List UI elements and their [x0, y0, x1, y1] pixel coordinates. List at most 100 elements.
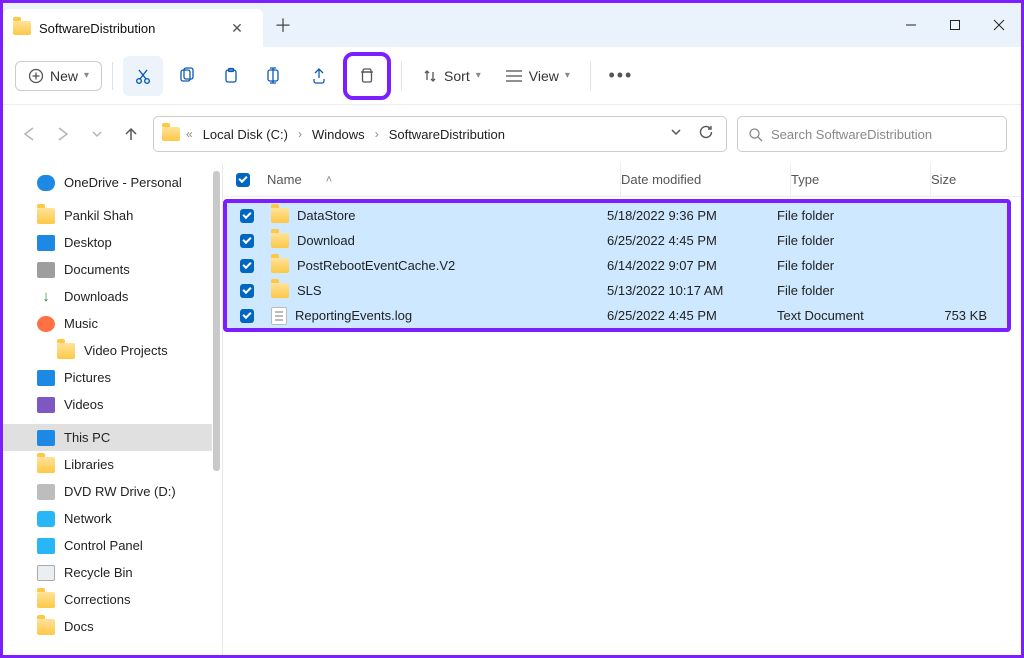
tab-current[interactable]: SoftwareDistribution ✕ — [3, 9, 263, 47]
folder-icon — [37, 457, 55, 473]
cloud-icon — [37, 175, 55, 191]
select-all-checkbox[interactable] — [236, 173, 250, 187]
view-button[interactable]: View ▾ — [495, 62, 580, 90]
sidebar-item-label: Pictures — [64, 370, 111, 385]
sidebar-item-control-panel[interactable]: Control Panel — [3, 532, 222, 559]
table-row[interactable]: DataStore5/18/2022 9:36 PMFile folder — [227, 203, 1007, 228]
breadcrumb-part[interactable]: Local Disk (C:) — [199, 125, 292, 144]
sidebar-item-network[interactable]: Network — [3, 505, 222, 532]
rename-button[interactable] — [255, 56, 295, 96]
sidebar-item-recycle-bin[interactable]: Recycle Bin — [3, 559, 222, 586]
tab-close-button[interactable]: ✕ — [225, 16, 249, 40]
tab-title: SoftwareDistribution — [39, 21, 217, 36]
delete-button[interactable] — [343, 52, 391, 100]
sidebar-item-downloads[interactable]: ↓Downloads — [3, 283, 222, 310]
folder-icon — [57, 343, 75, 359]
row-checkbox[interactable] — [240, 259, 254, 273]
file-type: File folder — [777, 283, 917, 298]
sidebar-item-label: Recycle Bin — [64, 565, 133, 580]
file-type: File folder — [777, 233, 917, 248]
minimize-button[interactable] — [889, 3, 933, 47]
up-button[interactable] — [119, 122, 143, 146]
row-checkbox[interactable] — [240, 234, 254, 248]
copy-button[interactable] — [167, 56, 207, 96]
sidebar-scrollbar[interactable] — [212, 169, 222, 529]
documents-icon — [37, 262, 55, 278]
sidebar-item-label: Desktop — [64, 235, 112, 250]
search-input[interactable] — [771, 127, 996, 142]
table-row[interactable]: PostRebootEventCache.V26/14/2022 9:07 PM… — [227, 253, 1007, 278]
column-header-size[interactable]: Size — [931, 163, 1021, 196]
folder-icon — [37, 208, 55, 224]
close-button[interactable] — [977, 3, 1021, 47]
row-checkbox[interactable] — [240, 284, 254, 298]
sidebar-item-music[interactable]: Music — [3, 310, 222, 337]
column-header-date[interactable]: Date modified — [621, 163, 791, 196]
sidebar-item-libraries[interactable]: Libraries — [3, 451, 222, 478]
new-tab-button[interactable]: ＋ — [263, 3, 303, 47]
videos-icon — [37, 397, 55, 413]
column-header-name[interactable]: Name — [263, 163, 621, 196]
breadcrumb-ellipsis: « — [184, 127, 195, 141]
forward-button[interactable] — [51, 122, 75, 146]
view-icon — [505, 69, 523, 83]
sidebar-item-videos[interactable]: Videos — [3, 391, 222, 418]
paste-button[interactable] — [211, 56, 251, 96]
back-button[interactable] — [17, 122, 41, 146]
title-bar: SoftwareDistribution ✕ ＋ — [3, 3, 1021, 47]
address-bar[interactable]: « Local Disk (C:) › Windows › SoftwareDi… — [153, 116, 727, 152]
sidebar-item-onedrive-personal[interactable]: OneDrive - Personal — [3, 169, 222, 196]
table-row[interactable]: Download6/25/2022 4:45 PMFile folder — [227, 228, 1007, 253]
downloads-icon: ↓ — [37, 289, 55, 305]
desktop-icon — [37, 235, 55, 251]
sidebar-item-docs[interactable]: Docs — [3, 613, 222, 640]
column-header-type[interactable]: Type — [791, 163, 931, 196]
recent-button[interactable] — [85, 122, 109, 146]
address-dropdown[interactable] — [664, 123, 688, 145]
sidebar-item-label: DVD RW Drive (D:) — [64, 484, 176, 499]
search-box[interactable] — [737, 116, 1007, 152]
file-size: 753 KB — [917, 308, 1007, 323]
row-checkbox[interactable] — [240, 209, 254, 223]
sidebar-item-label: Documents — [64, 262, 130, 277]
sidebar-item-label: Videos — [64, 397, 104, 412]
sidebar-item-pankil-shah[interactable]: Pankil Shah — [3, 202, 222, 229]
sort-button-label: Sort — [444, 68, 470, 84]
maximize-button[interactable] — [933, 3, 977, 47]
sidebar-item-label: Corrections — [64, 592, 130, 607]
file-name: Download — [297, 233, 355, 248]
file-name: SLS — [297, 283, 322, 298]
cut-button[interactable] — [123, 56, 163, 96]
breadcrumb-part[interactable]: SoftwareDistribution — [385, 125, 509, 144]
chevron-right-icon: › — [296, 127, 304, 141]
recycle-icon — [37, 565, 55, 581]
sidebar-item-label: Docs — [64, 619, 94, 634]
breadcrumb-part[interactable]: Windows — [308, 125, 369, 144]
sidebar-item-this-pc[interactable]: This PC — [3, 424, 222, 451]
refresh-button[interactable] — [692, 120, 720, 149]
new-button[interactable]: New ▾ — [15, 61, 102, 91]
folder-icon — [271, 283, 289, 298]
dvd-icon — [37, 484, 55, 500]
sort-button[interactable]: Sort ▾ — [412, 62, 491, 90]
sidebar: OneDrive - Personal Pankil Shah Desktop Doc… — [3, 163, 223, 655]
table-row[interactable]: SLS5/13/2022 10:17 AMFile folder — [227, 278, 1007, 303]
sidebar-item-label: This PC — [64, 430, 110, 445]
nav-row: « Local Disk (C:) › Windows › SoftwareDi… — [3, 105, 1021, 163]
sidebar-item-corrections[interactable]: Corrections — [3, 586, 222, 613]
network-icon — [37, 511, 55, 527]
new-button-label: New — [50, 68, 78, 84]
sidebar-item-label: OneDrive - Personal — [64, 175, 182, 190]
sidebar-item-pictures[interactable]: Pictures — [3, 364, 222, 391]
table-row[interactable]: ReportingEvents.log6/25/2022 4:45 PMText… — [227, 303, 1007, 328]
share-button[interactable] — [299, 56, 339, 96]
sidebar-item-video-projects[interactable]: Video Projects — [3, 337, 222, 364]
more-button[interactable]: ••• — [601, 56, 641, 96]
folder-icon — [271, 258, 289, 273]
file-name: PostRebootEventCache.V2 — [297, 258, 455, 273]
sidebar-item-dvd-rw-drive-d-[interactable]: DVD RW Drive (D:) — [3, 478, 222, 505]
row-checkbox[interactable] — [240, 309, 254, 323]
sidebar-item-documents[interactable]: Documents — [3, 256, 222, 283]
sidebar-item-label: Network — [64, 511, 112, 526]
sidebar-item-desktop[interactable]: Desktop — [3, 229, 222, 256]
